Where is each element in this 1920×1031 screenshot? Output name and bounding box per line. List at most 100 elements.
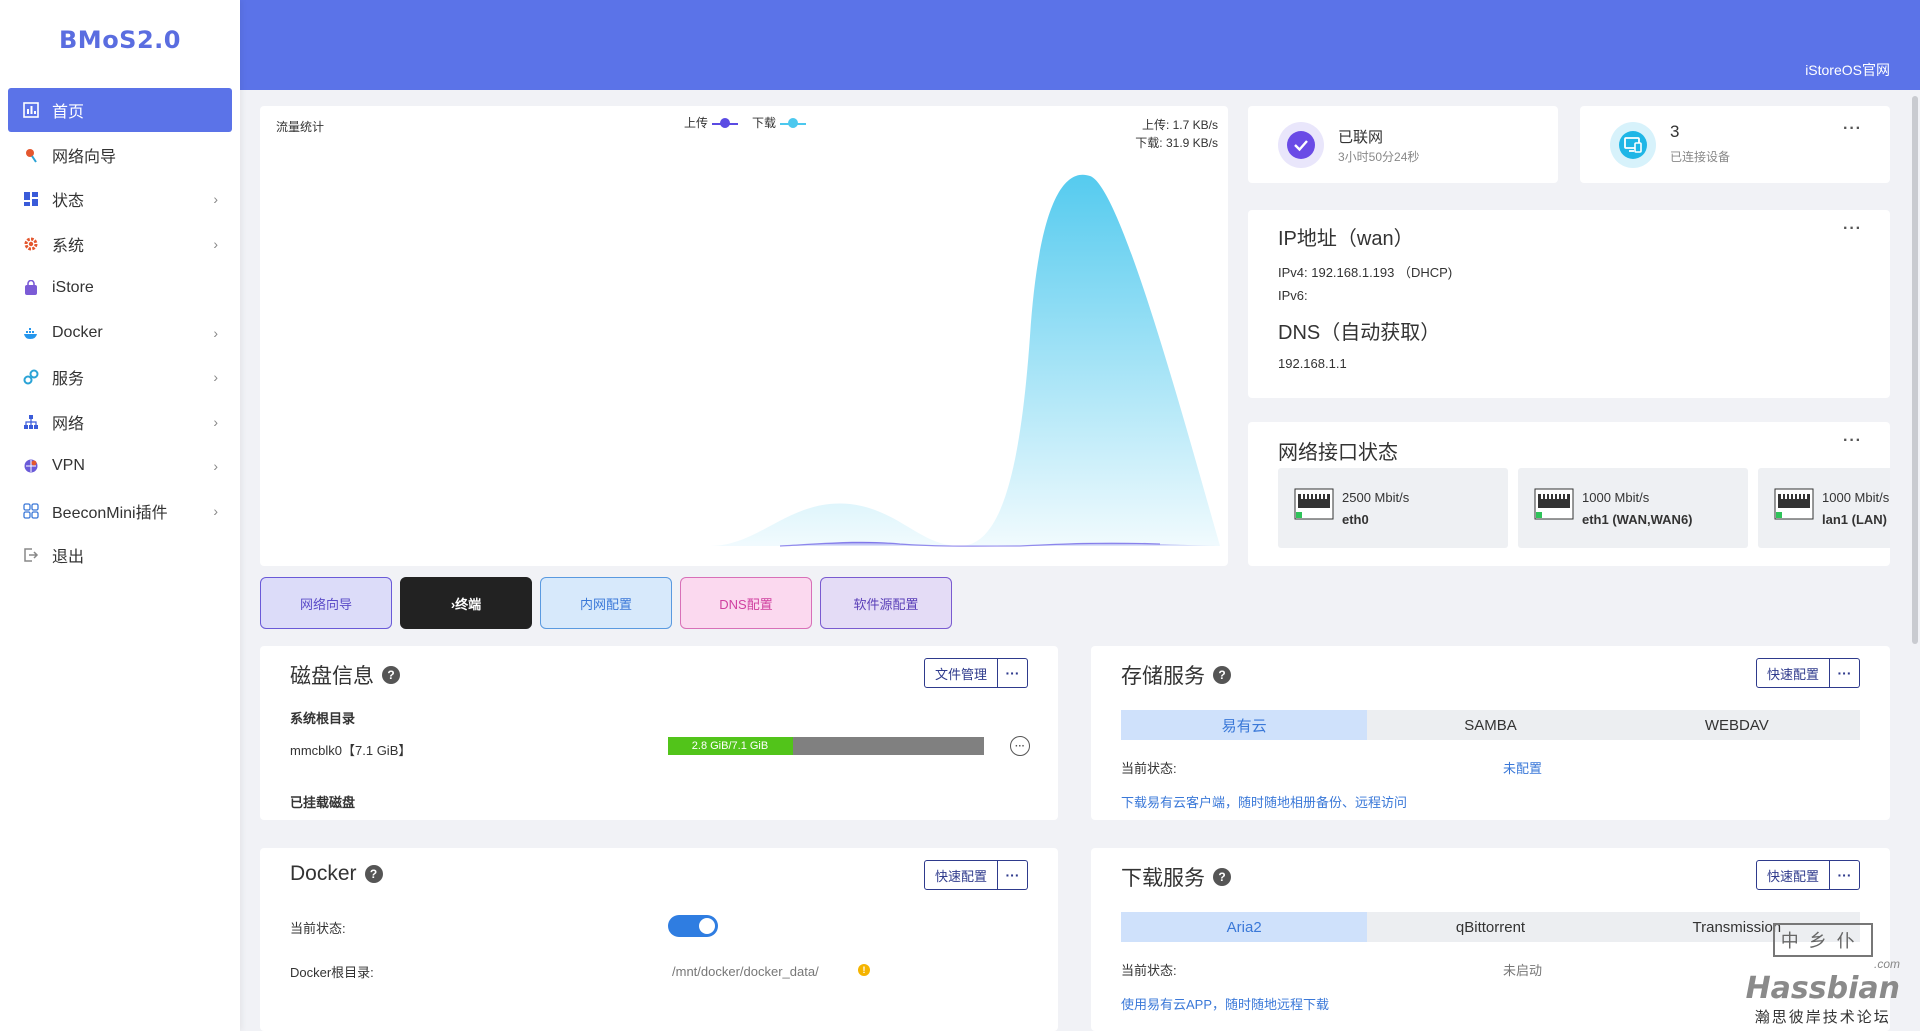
more-icon[interactable]: ··· [1843, 120, 1862, 138]
dashboard-icon [22, 101, 40, 119]
docker-toggle[interactable] [668, 915, 718, 937]
sidebar-item-home[interactable]: 首页 [8, 88, 232, 132]
ipv4-value: IPv4: 192.168.1.193 （DHCP) [1278, 265, 1453, 280]
docker-title-text: Docker [290, 862, 357, 885]
docker-root-path: /mnt/docker/docker_data/ [672, 964, 819, 979]
disk-title: 磁盘信息? [290, 660, 400, 690]
more-icon[interactable]: ··· [998, 658, 1028, 688]
tab-yiyouyun[interactable]: 易有云 [1121, 710, 1368, 740]
sidebar-item-label: VPN [52, 457, 85, 474]
warning-icon[interactable]: ! [858, 964, 870, 976]
tab-aria2[interactable]: Aria2 [1121, 912, 1368, 942]
sidebar-item-label: Docker [52, 323, 103, 341]
official-site-link[interactable]: iStoreOS官网 [1805, 60, 1890, 80]
disk-more-icon[interactable]: ··· [1010, 736, 1030, 756]
interfaces-title: 网络接口状态 [1278, 442, 1398, 464]
disk-title-text: 磁盘信息 [290, 665, 374, 688]
interface-item[interactable]: 1000 Mbit/s lan1 (LAN) [1758, 468, 1890, 548]
interface-item[interactable]: 1000 Mbit/s eth1 (WAN,WAN6) [1518, 468, 1748, 548]
sidebar-item-network[interactable]: 网络 › [8, 400, 232, 444]
disk-usage-text: 2.8 GiB/7.1 GiB [691, 740, 769, 752]
help-icon[interactable]: ? [1213, 666, 1231, 684]
services-icon [22, 368, 40, 386]
watermark-domain: .com [1873, 957, 1900, 971]
chevron-right-icon: › [213, 324, 218, 341]
docker-title: Docker? [290, 862, 383, 886]
file-manager-button[interactable]: 文件管理 [923, 658, 998, 688]
storage-title-text: 存储服务 [1121, 665, 1205, 688]
upload-legend-marker-icon [712, 117, 739, 128]
top-header: iStoreOS官网 [240, 0, 1920, 90]
upload-rate: 上传: 1.7 KB/s [1141, 118, 1218, 132]
network-state: 已联网 [1338, 129, 1384, 146]
help-icon[interactable]: ? [364, 865, 383, 883]
page-scrollbar[interactable] [1912, 96, 1918, 644]
sidebar-item-label: iStore [52, 279, 94, 296]
tab-webdav[interactable]: WEBDAV [1614, 710, 1860, 740]
network-wizard-button[interactable]: 网络向导 [260, 577, 392, 629]
sidebar-item-logout[interactable]: 退出 [8, 533, 232, 577]
dns-config-button[interactable]: DNS配置 [680, 577, 812, 629]
sidebar-item-beeconmini[interactable]: BeeconMini插件 › [8, 489, 232, 533]
quick-config-button[interactable]: 快速配置 [923, 860, 998, 890]
download-rate: 下载: 31.9 KB/s [1135, 136, 1218, 150]
dns-value: 192.168.1.1 [1278, 356, 1347, 371]
download-legend-marker-icon [780, 117, 807, 128]
sidebar-item-label: 服务 [52, 371, 85, 388]
disk-device: mmcblk0【7.1 GiB】 [290, 743, 412, 758]
docker-root-label: Docker根目录: [290, 965, 374, 980]
vpn-icon [22, 457, 40, 475]
storage-download-link[interactable]: 下载易有云客户端，随时随地相册备份、远程访问 [1121, 792, 1407, 811]
sidebar-item-status[interactable]: 状态 › [8, 177, 232, 221]
traffic-chart [440, 174, 1220, 547]
storage-tabs: 易有云 SAMBA WEBDAV [1121, 710, 1860, 740]
network-status-card: 已联网 3小时50分24秒 [1248, 106, 1558, 183]
legend-upload[interactable]: 上传 [684, 114, 739, 131]
root-dir-label: 系统根目录 [290, 711, 356, 726]
download-actions: 快速配置 ··· [1755, 860, 1860, 890]
download-state-value: 未启动 [1503, 963, 1543, 978]
legend-download-label: 下载 [752, 116, 777, 130]
app-logo[interactable]: BMoS2.0 [0, 0, 240, 80]
sidebar-item-services[interactable]: 服务 › [8, 355, 232, 399]
tab-samba[interactable]: SAMBA [1367, 710, 1613, 740]
ip-address-card: IP地址（wan） ··· IPv4: 192.168.1.193 （DHCP)… [1248, 210, 1890, 398]
watermark-stamp: 中乡仆 [1772, 923, 1873, 957]
sidebar-item-docker[interactable]: Docker › [8, 311, 232, 355]
tab-qbittorrent[interactable]: qBittorrent [1367, 912, 1613, 942]
dns-title: DNS（自动获取） [1278, 322, 1441, 344]
more-icon[interactable]: ··· [998, 860, 1028, 890]
more-icon[interactable]: ··· [1843, 432, 1862, 450]
traffic-chart-title: 流量统计 [276, 120, 325, 134]
help-icon[interactable]: ? [382, 666, 400, 684]
more-icon[interactable]: ··· [1830, 658, 1860, 688]
sidebar-item-label: 退出 [52, 549, 85, 566]
wizard-icon [22, 146, 40, 164]
chevron-right-icon: › [213, 413, 218, 430]
lan-config-button[interactable]: 内网配置 [540, 577, 672, 629]
more-icon[interactable]: ··· [1843, 220, 1862, 238]
watermark-slogan: 瀚思彼岸技术论坛 [1754, 1009, 1891, 1026]
disk-usage-bar: 2.8 GiB/7.1 GiB [668, 737, 984, 755]
sidebar-item-label: BeeconMini插件 [52, 504, 168, 522]
mounted-disk-label: 已挂载磁盘 [290, 795, 356, 810]
download-state-label: 当前状态: [1121, 963, 1177, 978]
chart-legend: 上传 下载 [684, 114, 807, 131]
sidebar-item-istore[interactable]: iStore [8, 266, 232, 310]
sidebar-item-wizard[interactable]: 网络向导 [8, 133, 232, 177]
more-icon[interactable]: ··· [1830, 860, 1860, 890]
ethernet-port-icon [1534, 488, 1574, 520]
software-source-button[interactable]: 软件源配置 [820, 577, 952, 629]
interface-item[interactable]: 2500 Mbit/s eth0 [1278, 468, 1508, 548]
legend-download[interactable]: 下载 [752, 114, 807, 131]
storage-title: 存储服务? [1121, 660, 1231, 690]
quick-config-button[interactable]: 快速配置 [1755, 658, 1830, 688]
download-app-link[interactable]: 使用易有云APP，随时随地远程下载 [1121, 994, 1329, 1013]
terminal-button[interactable]: ›终端 [400, 577, 532, 629]
sidebar-item-vpn[interactable]: VPN › [8, 444, 232, 488]
help-icon[interactable]: ? [1213, 868, 1231, 886]
interface-speed: 1000 Mbit/s [1582, 490, 1650, 505]
sidebar-item-system[interactable]: 系统 › [8, 222, 232, 266]
storage-state-value[interactable]: 未配置 [1503, 758, 1542, 777]
quick-config-button[interactable]: 快速配置 [1755, 860, 1830, 890]
